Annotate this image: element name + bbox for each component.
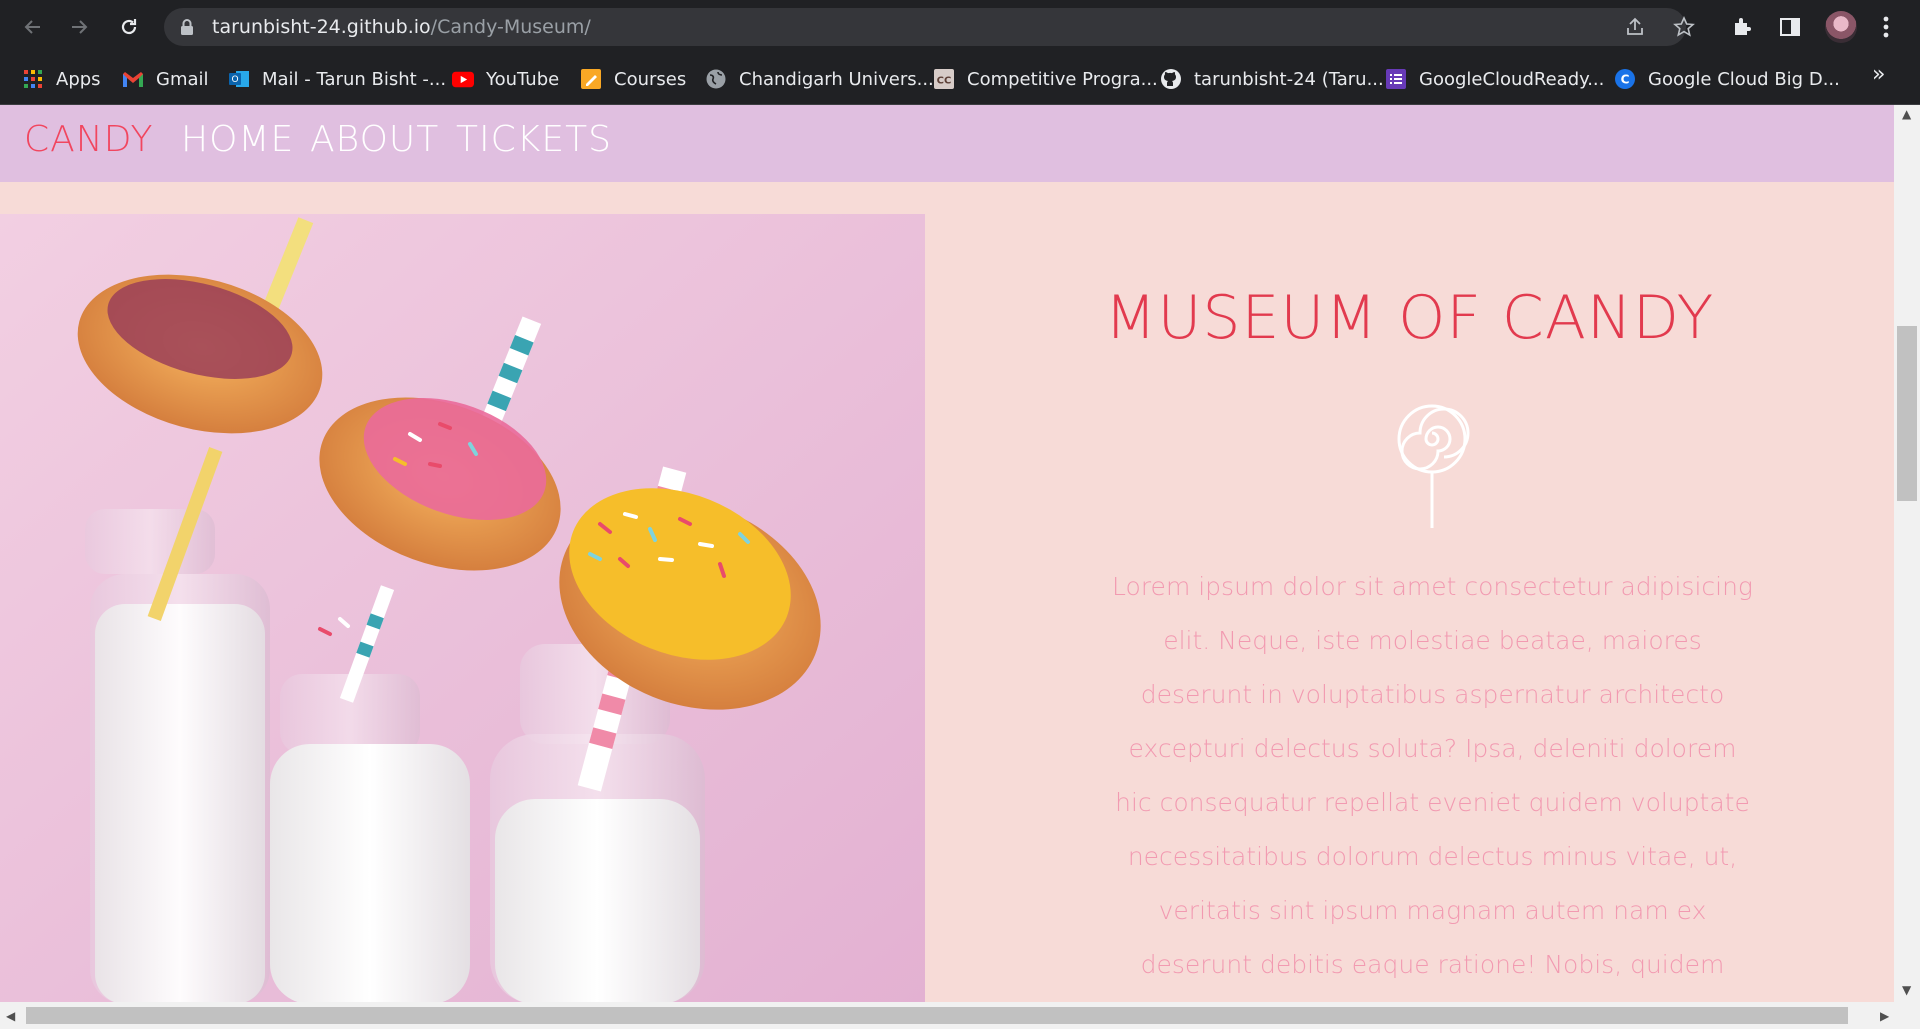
side-panel-icon[interactable]	[1776, 13, 1804, 41]
globe-icon	[705, 68, 727, 90]
bookmark-label: Mail - Tarun Bisht -...	[262, 68, 447, 90]
bookmark-googlecloudready[interactable]: GoogleCloudReady...	[1385, 64, 1604, 94]
scroll-up-arrow-icon[interactable]: ▲	[1902, 107, 1911, 121]
brand-logo-link[interactable]: CANDY	[24, 119, 153, 160]
vertical-scroll-thumb[interactable]	[1897, 326, 1917, 501]
courses-icon	[580, 68, 602, 90]
bookmark-label: Courses	[614, 68, 687, 90]
list-icon	[1385, 68, 1407, 90]
url-path: /Candy-Museum/	[430, 16, 591, 38]
bookmark-github[interactable]: tarunbisht-24 (Taru...	[1160, 64, 1384, 94]
donut-milk-bottles-illustration	[0, 214, 925, 1002]
bookmark-gmail[interactable]: Gmail	[122, 64, 209, 94]
scroll-right-arrow-icon[interactable]: ▶	[1880, 1009, 1889, 1023]
reload-icon	[121, 19, 137, 35]
bookmark-google-cloud-big-data[interactable]: C Google Cloud Big D...	[1614, 64, 1840, 94]
menu-kebab-icon[interactable]	[1872, 13, 1900, 41]
bookmark-competitive-programming[interactable]: CC Competitive Progra...	[933, 64, 1158, 94]
bookmark-courses[interactable]: Courses	[580, 64, 686, 94]
svg-text:CC: CC	[937, 76, 952, 87]
nav-home-link[interactable]: HOME	[181, 119, 294, 160]
gmail-icon	[122, 68, 144, 90]
nav-about-link[interactable]: ABOUT	[310, 119, 439, 160]
vertical-scrollbar[interactable]: ▲ ▼	[1894, 105, 1920, 1002]
bookmark-label: Chandigarh Univers...	[739, 68, 934, 90]
bookmark-label: Gmail	[156, 68, 209, 90]
bookmarks-overflow-button[interactable]: »	[1872, 62, 1885, 87]
bookmark-outlook-mail[interactable]: O Mail - Tarun Bisht -...	[228, 64, 446, 94]
horizontal-scrollbar[interactable]: ◀ ▶	[0, 1002, 1920, 1029]
scroll-down-arrow-icon[interactable]: ▼	[1902, 983, 1911, 997]
nav-tickets-link[interactable]: TICKETS	[456, 119, 612, 160]
extensions-puzzle-icon[interactable]	[1729, 13, 1757, 41]
url-domain: tarunbisht-24.github.io	[212, 16, 431, 38]
url-text: tarunbisht-24.github.io/Candy-Museum/	[212, 8, 591, 46]
svg-text:O: O	[231, 75, 238, 85]
bookmark-label: tarunbisht-24 (Taru...	[1194, 68, 1384, 90]
site-navbar: CANDY HOME ABOUT TICKETS	[0, 105, 1894, 182]
svg-text:C: C	[1621, 73, 1630, 87]
web-page: CANDY HOME ABOUT TICKETS MUSEUM OF CANDY…	[0, 105, 1894, 1002]
profile-avatar[interactable]	[1825, 11, 1857, 43]
hero-description: Lorem ipsum dolor sit amet consectetur a…	[1112, 572, 1753, 979]
address-bar[interactable]: tarunbisht-24.github.io/Candy-Museum/	[164, 8, 1695, 46]
c-icon: C	[1614, 68, 1636, 90]
back-arrow-icon	[24, 20, 40, 34]
bookmarks-bar: Apps Gmail O Mail - Tarun Bisht -... You…	[0, 54, 1920, 105]
github-icon	[1160, 68, 1182, 90]
bookmark-label: Google Cloud Big D...	[1648, 68, 1840, 90]
lollipop-icon	[1397, 404, 1470, 528]
cc-icon: CC	[933, 68, 955, 90]
back-button[interactable]	[16, 10, 50, 44]
horizontal-scroll-thumb[interactable]	[26, 1007, 1848, 1024]
scroll-left-arrow-icon[interactable]: ◀	[6, 1009, 15, 1023]
bookmark-apps[interactable]: Apps	[22, 64, 101, 94]
youtube-icon	[452, 68, 474, 90]
share-icon[interactable]	[1623, 15, 1647, 39]
forward-button[interactable]	[62, 10, 96, 44]
bookmark-label: Apps	[56, 68, 101, 90]
outlook-icon: O	[228, 68, 250, 90]
hero-title: MUSEUM OF CANDY	[1104, 283, 1715, 353]
bookmark-label: GoogleCloudReady...	[1419, 68, 1605, 90]
forward-arrow-icon	[72, 20, 88, 34]
apps-grid-icon	[22, 68, 44, 90]
bookmark-label: Competitive Progra...	[967, 68, 1158, 90]
bookmark-star-icon[interactable]	[1672, 15, 1696, 39]
bookmark-youtube[interactable]: YouTube	[452, 64, 559, 94]
bookmark-chandigarh[interactable]: Chandigarh Univers...	[705, 64, 934, 94]
reload-button[interactable]	[112, 10, 146, 44]
hero-donut-photo	[0, 214, 925, 1002]
bookmark-label: YouTube	[486, 68, 560, 90]
browser-toolbar: tarunbisht-24.github.io/Candy-Museum/	[0, 0, 1920, 54]
lock-icon	[181, 19, 193, 35]
